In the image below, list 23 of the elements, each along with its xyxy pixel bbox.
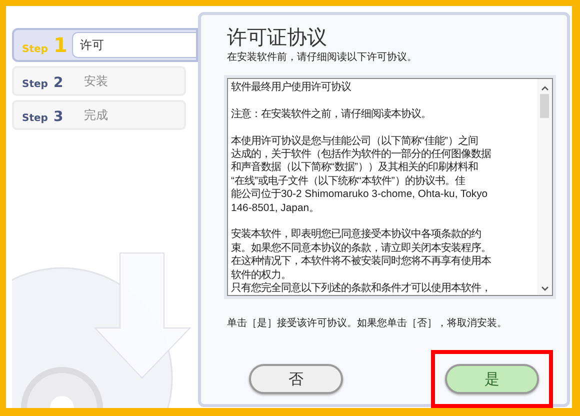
step-item[interactable]: Step 2 安装 [12,66,186,96]
step-item[interactable]: Step 3 完成 [12,100,186,130]
instruction-text: 单击［是］接受该许可协议。如果您单击［否］，将取消安装。 [227,316,508,330]
scroll-up-icon[interactable] [540,85,548,91]
yes-button[interactable]: 是 [445,364,539,394]
license-paragraph: 安装本软件，即表明您已同意接受本协议中各项条款的约 束。如果您不同意本协议的条款，请立即关闭本安装程序。 在这种情况下，本软件将不被安装同时您将不再享有使用本 软件的权力。 只有您完全同意以下列述的条款和条件才可以使用本软件， [231,228,492,295]
license-paragraph: 注意：在安装软件之前，请仔细阅读本协议。 [231,108,432,122]
no-button[interactable]: 否 [249,364,343,394]
license-paragraph: 软件最终用户使用许可协议 [231,81,352,94]
step-label: 完成 [83,106,108,124]
panel-title: 许可证协议 [227,25,328,49]
license-paragraph: 本使用许可协议是您与佳能公司（以下简称“佳能”）之间 达成的，关于软件（包括作为软件的一部分的任何图像数据 和声音数据（以下简称“数据”））及其相关的印刷材料和 “在线”或电子文件（以下统称“本软件”）的协议书。佳 能公司位于30-2 Shimomaruko 3-chome, Ohta-ku, Tokyo 146-8501, Japan。 [231,134,492,216]
scrollbar[interactable] [537,79,552,295]
license-text-area[interactable] [227,78,553,296]
step-item[interactable]: Step 1 许可 [12,28,198,62]
panel-subtitle: 在安装软件前，请仔细阅读以下许可协议。 [227,50,418,64]
scroll-down-icon[interactable] [540,286,548,292]
step-label: 安装 [83,72,108,90]
step-number: Step 2 [21,74,64,90]
scroll-thumb[interactable] [540,94,549,118]
step-number: Step 3 [21,108,64,124]
step-number: Step 1 [21,33,68,57]
step-label: 许可 [72,32,196,58]
